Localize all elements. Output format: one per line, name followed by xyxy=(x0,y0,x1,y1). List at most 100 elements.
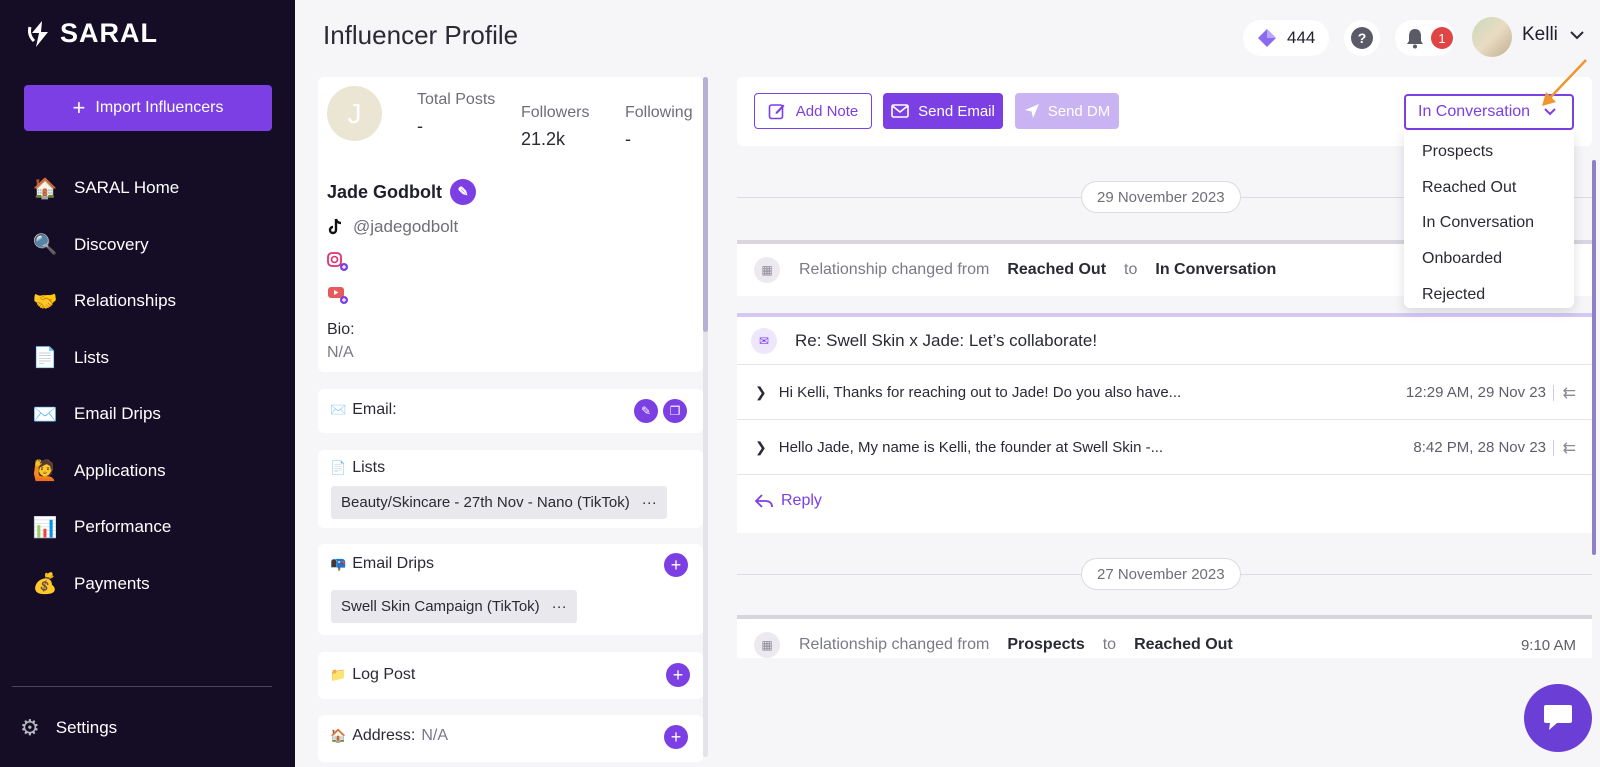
reply-all-icon[interactable]: ⇇ xyxy=(1563,383,1576,403)
status-option-onboarded[interactable]: Onboarded xyxy=(1404,241,1574,277)
sidebar-item-label: Payments xyxy=(74,573,150,593)
drip-chip-label: Swell Skin Campaign (TikTok) xyxy=(341,598,540,615)
relationship-event: ▦ Relationship changed from Prospects to… xyxy=(737,615,1592,658)
event-from: Prospects xyxy=(1007,636,1085,653)
sidebar-item-saral-home[interactable]: 🏠 SARAL Home xyxy=(0,160,295,217)
sidebar-item-performance[interactable]: 📊 Performance xyxy=(0,499,295,556)
notifications-button[interactable]: 1 xyxy=(1395,20,1455,56)
divider xyxy=(1553,384,1554,401)
message-preview: Hello Jade, My name is Kelli, the founde… xyxy=(778,439,1164,456)
tiktok-icon xyxy=(328,218,342,235)
user-menu[interactable]: Kelli xyxy=(1522,24,1584,46)
event-prefix: Relationship changed from xyxy=(799,636,990,653)
add-email-drip-button[interactable]: + xyxy=(664,553,688,577)
envelope-icon: ✉️ xyxy=(330,402,347,417)
notification-badge: 1 xyxy=(1431,27,1453,49)
chevron-down-icon xyxy=(1544,108,1556,116)
tiktok-handle[interactable]: @jadegodbolt xyxy=(327,217,458,237)
sidebar-item-lists[interactable]: 📄 Lists xyxy=(0,330,295,387)
status-option-reached-out[interactable]: Reached Out xyxy=(1404,170,1574,206)
sidebar-item-discovery[interactable]: 🔍 Discovery xyxy=(0,217,295,274)
email-subject-row[interactable]: ✉ Re: Swell Skin x Jade: Let’s collabora… xyxy=(737,317,1592,365)
email-message-row[interactable]: ❯ Hi Kelli, Thanks for reaching out to J… xyxy=(737,366,1592,420)
status-current: In Conversation xyxy=(1418,103,1531,120)
following-value: - xyxy=(625,129,631,149)
sidebar-item-payments[interactable]: 💰 Payments xyxy=(0,556,295,613)
instagram-add-icon[interactable] xyxy=(327,252,349,272)
credits-badge[interactable]: 444 xyxy=(1243,20,1330,56)
send-email-button[interactable]: Send Email xyxy=(883,93,1003,129)
bio-label: Bio: xyxy=(327,321,355,338)
sidebar-item-settings[interactable]: ⚙ Settings xyxy=(20,715,117,741)
note-icon xyxy=(768,104,785,120)
envelope-icon: ✉️ xyxy=(32,403,58,426)
more-icon[interactable]: ··· xyxy=(552,598,567,615)
diamond-icon xyxy=(1258,29,1276,47)
message-time: 8:42 PM, 28 Nov 23 xyxy=(1413,439,1546,456)
address-card: 🏠 Address: N/A + xyxy=(318,715,703,762)
drip-chip[interactable]: Swell Skin Campaign (TikTok) ··· xyxy=(331,590,577,623)
folder-icon: 📁 xyxy=(330,667,347,682)
more-icon[interactable]: ··· xyxy=(642,494,657,511)
add-log-post-button[interactable]: + xyxy=(666,663,690,687)
sidebar-item-label: Lists xyxy=(74,347,109,367)
profile-card: J Total Posts - Followers 21.2k Followin… xyxy=(318,77,703,372)
help-button[interactable]: ? xyxy=(1344,20,1380,56)
profile-scrollbar[interactable] xyxy=(703,77,708,757)
chat-support-button[interactable] xyxy=(1524,684,1592,752)
youtube-add-icon[interactable] xyxy=(327,285,349,305)
reply-button[interactable]: Reply xyxy=(755,492,822,510)
avatar[interactable] xyxy=(1472,17,1512,57)
followers-value: 21.2k xyxy=(521,129,566,149)
event-to-word: to xyxy=(1124,261,1138,278)
mailbox-icon: 📭 xyxy=(330,556,347,571)
copy-email-button[interactable]: ❐ xyxy=(663,399,687,423)
email-drips-card: 📭 Email Drips + Swell Skin Campaign (Tik… xyxy=(318,544,703,635)
annotation-arrow-icon xyxy=(1542,59,1587,106)
add-note-label: Add Note xyxy=(795,102,859,120)
send-dm-button[interactable]: Send DM xyxy=(1015,93,1119,129)
email-subject: Re: Swell Skin x Jade: Let’s collaborate… xyxy=(795,330,1098,350)
app-name: SARAL xyxy=(60,18,158,48)
saral-logo[interactable]: SARAL xyxy=(26,18,158,49)
add-address-button[interactable]: + xyxy=(664,725,688,749)
chevron-right-icon[interactable]: ❯ xyxy=(755,439,767,456)
status-option-prospects[interactable]: Prospects xyxy=(1404,134,1574,170)
edit-email-button[interactable]: ✎ xyxy=(634,399,658,423)
date-pill: 29 November 2023 xyxy=(1081,181,1241,213)
sidebar-item-email-drips[interactable]: ✉️ Email Drips xyxy=(0,386,295,443)
import-influencers-button[interactable]: + Import Influencers xyxy=(24,85,272,131)
email-thread-card: ✉ Re: Swell Skin x Jade: Let’s collabora… xyxy=(737,313,1592,533)
log-post-card: 📁 Log Post + xyxy=(318,652,703,699)
date-pill: 27 November 2023 xyxy=(1081,558,1241,590)
list-chip[interactable]: Beauty/Skincare - 27th Nov - Nano (TikTo… xyxy=(331,486,667,519)
address-label: Address: xyxy=(352,727,416,744)
event-time: 9:10 AM xyxy=(1520,636,1576,654)
lists-label: Lists xyxy=(352,459,386,476)
money-bag-icon: 💰 xyxy=(32,573,58,596)
reply-label: Reply xyxy=(781,492,822,509)
event-prefix: Relationship changed from xyxy=(799,261,990,278)
bar-chart-icon: 📊 xyxy=(32,516,58,539)
bio-value: N/A xyxy=(327,344,354,361)
timeline-scrollbar[interactable] xyxy=(1592,160,1596,555)
send-icon xyxy=(1024,104,1039,118)
chevron-down-icon xyxy=(1570,30,1584,39)
status-option-rejected[interactable]: Rejected xyxy=(1404,277,1574,313)
lists-row: 📄 Lists xyxy=(330,459,385,477)
reply-all-icon[interactable]: ⇇ xyxy=(1563,438,1576,458)
chevron-right-icon[interactable]: ❯ xyxy=(755,384,767,401)
sidebar-item-relationships[interactable]: 🤝 Relationships xyxy=(0,273,295,330)
influencer-name-text: Jade Godbolt xyxy=(327,181,443,202)
page-title: Influencer Profile xyxy=(323,20,519,50)
email-message-row[interactable]: ❯ Hello Jade, My name is Kelli, the foun… xyxy=(737,421,1592,475)
sidebar-item-applications[interactable]: 🙋 Applications xyxy=(0,443,295,500)
magnifier-icon: 🔍 xyxy=(32,234,58,257)
status-option-in-conversation[interactable]: In Conversation xyxy=(1404,205,1574,241)
document-icon: 📄 xyxy=(32,347,58,370)
divider xyxy=(1553,439,1554,456)
add-note-button[interactable]: Add Note xyxy=(754,93,872,129)
address-row: 🏠 Address: N/A xyxy=(330,727,448,745)
edit-name-icon[interactable]: ✎ xyxy=(450,179,477,205)
list-chip-label: Beauty/Skincare - 27th Nov - Nano (TikTo… xyxy=(341,494,630,511)
